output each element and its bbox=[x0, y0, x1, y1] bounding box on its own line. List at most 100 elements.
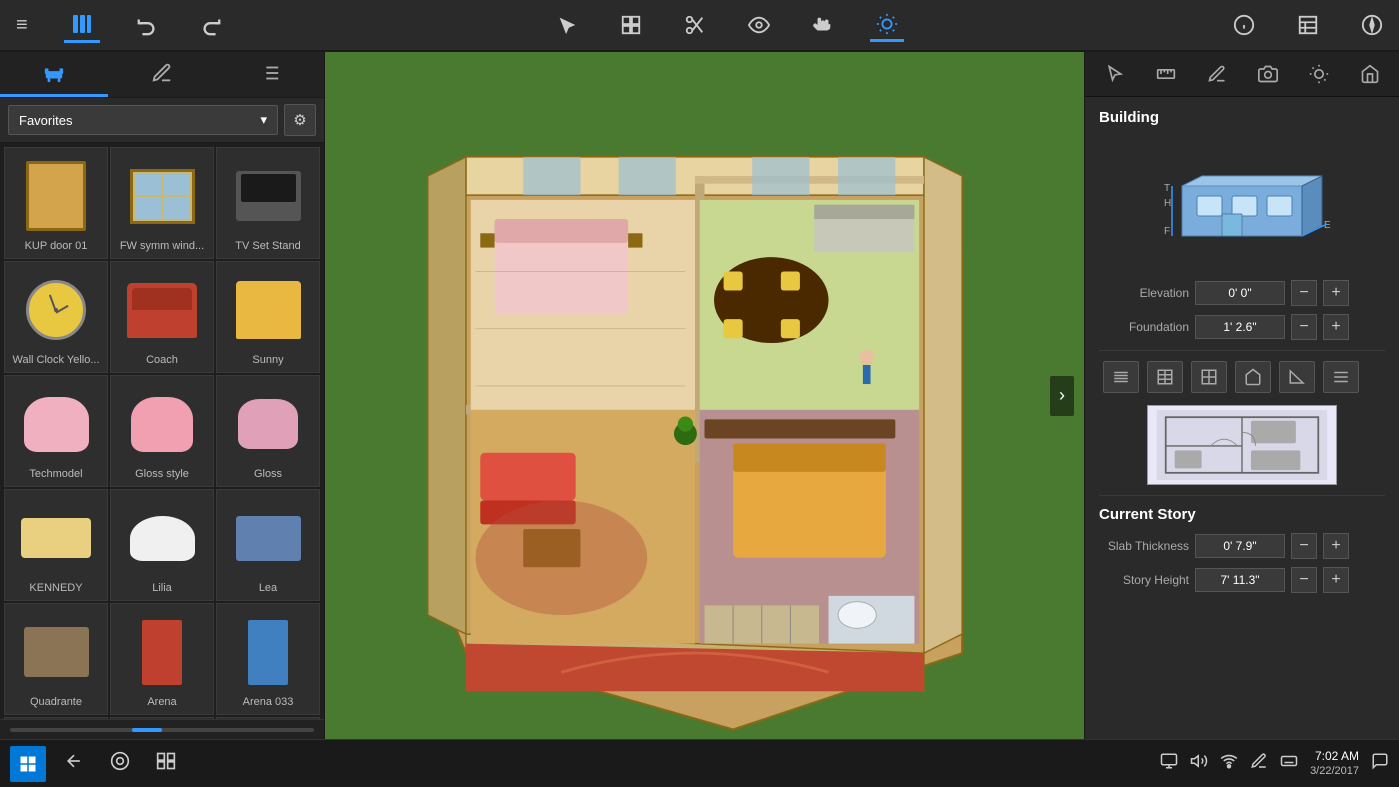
item-label: Quadrante bbox=[9, 696, 103, 708]
current-story-title: Current Story bbox=[1099, 506, 1385, 523]
divider2 bbox=[1099, 495, 1385, 496]
library-icon[interactable] bbox=[64, 8, 100, 43]
eye-icon[interactable] bbox=[742, 10, 776, 40]
svg-text:T: T bbox=[1164, 183, 1170, 194]
view-house-icon[interactable] bbox=[1235, 361, 1271, 393]
hand-tool-icon[interactable] bbox=[806, 10, 840, 40]
left-panel-controls: Favorites ▾ ⚙ bbox=[0, 98, 324, 143]
story-height-plus-btn[interactable]: + bbox=[1323, 567, 1349, 593]
home-tab[interactable] bbox=[1352, 58, 1388, 90]
foundation-input[interactable] bbox=[1195, 315, 1285, 339]
undo-icon[interactable] bbox=[130, 10, 164, 40]
foundation-minus-btn[interactable]: − bbox=[1291, 314, 1317, 340]
list-item[interactable]: Wall Clock Yello... bbox=[4, 261, 108, 373]
style-tab[interactable] bbox=[108, 52, 216, 97]
list-item[interactable]: Gloss style bbox=[110, 375, 214, 487]
list-item[interactable]: Sunny bbox=[216, 261, 320, 373]
pen-sys-icon[interactable] bbox=[1250, 752, 1268, 774]
list-item[interactable]: Lea bbox=[216, 489, 320, 601]
list-item[interactable]: Coach bbox=[110, 261, 214, 373]
building-section-title: Building bbox=[1099, 109, 1385, 126]
slab-minus-btn[interactable]: − bbox=[1291, 533, 1317, 559]
start-button[interactable] bbox=[10, 746, 46, 782]
item-label: Coach bbox=[115, 354, 209, 366]
story-height-minus-btn[interactable]: − bbox=[1291, 567, 1317, 593]
foundation-label: Foundation bbox=[1099, 320, 1189, 334]
select-cursor-icon[interactable] bbox=[550, 10, 584, 40]
foundation-row: Foundation − + bbox=[1099, 314, 1385, 340]
item-label: KUP door 01 bbox=[9, 240, 103, 252]
story-height-row: Story Height − + bbox=[1099, 567, 1385, 593]
favorites-dropdown[interactable]: Favorites ▾ bbox=[8, 105, 278, 135]
back-button[interactable] bbox=[56, 747, 92, 780]
list-item[interactable]: Techmodel bbox=[4, 375, 108, 487]
keyboard-sys-icon[interactable] bbox=[1280, 752, 1298, 774]
pen-tab[interactable] bbox=[1199, 58, 1235, 90]
view-angle-icon[interactable] bbox=[1279, 361, 1315, 393]
camera-tab[interactable] bbox=[1250, 58, 1286, 90]
menu-icon[interactable]: ≡ bbox=[10, 10, 34, 41]
building-3d-visual: T H F E bbox=[1099, 136, 1385, 266]
view-rows-icon[interactable] bbox=[1103, 361, 1139, 393]
elevation-row: Elevation − + bbox=[1099, 280, 1385, 306]
task-view-button[interactable] bbox=[148, 747, 184, 780]
item-thumb-kennedy bbox=[16, 498, 96, 578]
item-thumb-kup-door bbox=[16, 156, 96, 236]
canvas-expand-arrow[interactable]: › bbox=[1050, 376, 1074, 416]
elevation-minus-btn[interactable]: − bbox=[1291, 280, 1317, 306]
elevation-input[interactable] bbox=[1195, 281, 1285, 305]
elevation-label: Elevation bbox=[1099, 286, 1189, 300]
ruler-tab[interactable] bbox=[1148, 58, 1184, 90]
scroll-track[interactable] bbox=[10, 728, 314, 732]
settings-button[interactable]: ⚙ bbox=[284, 104, 316, 136]
system-clock[interactable]: 7:02 AM 3/22/2017 bbox=[1310, 749, 1359, 779]
taskbar: 7:02 AM 3/22/2017 bbox=[0, 739, 1399, 787]
network-sys-icon[interactable] bbox=[1220, 752, 1238, 774]
screen-sys-icon[interactable] bbox=[1160, 752, 1178, 774]
list-item[interactable]: TV Set Stand bbox=[216, 147, 320, 259]
list-item[interactable]: Lilia bbox=[110, 489, 214, 601]
list-item[interactable]: FW symm wind... bbox=[110, 147, 214, 259]
foundation-plus-btn[interactable]: + bbox=[1323, 314, 1349, 340]
floor-plan-icon[interactable] bbox=[1291, 10, 1325, 40]
view-table2-icon[interactable] bbox=[1191, 361, 1227, 393]
scroll-thumb[interactable] bbox=[132, 728, 162, 732]
slab-thickness-input[interactable] bbox=[1195, 534, 1285, 558]
select-tab[interactable] bbox=[1097, 58, 1133, 90]
clock-time: 7:02 AM bbox=[1310, 749, 1359, 765]
item-label: Techmodel bbox=[9, 468, 103, 480]
slab-thickness-label: Slab Thickness bbox=[1099, 539, 1189, 553]
center-canvas[interactable]: › bbox=[325, 52, 1084, 739]
list-item[interactable]: Quadrante bbox=[4, 603, 108, 715]
list-item[interactable]: Arena 033 bbox=[216, 603, 320, 715]
list-item[interactable]: Gloss bbox=[216, 375, 320, 487]
left-panel: Favorites ▾ ⚙ KUP door 01 FW symm wind..… bbox=[0, 52, 325, 739]
top-toolbar: ≡ bbox=[0, 0, 1399, 52]
group-icon[interactable] bbox=[614, 10, 648, 40]
sun-right-tab[interactable] bbox=[1301, 58, 1337, 90]
sound-sys-icon[interactable] bbox=[1190, 752, 1208, 774]
item-thumb-tv-stand bbox=[228, 156, 308, 236]
favorites-label: Favorites bbox=[19, 113, 72, 128]
story-height-input[interactable] bbox=[1195, 568, 1285, 592]
list-tab[interactable] bbox=[216, 52, 324, 97]
view-table-icon[interactable] bbox=[1147, 361, 1183, 393]
slab-plus-btn[interactable]: + bbox=[1323, 533, 1349, 559]
info-tool-icon[interactable] bbox=[1227, 10, 1261, 40]
list-item[interactable]: Arena bbox=[110, 603, 214, 715]
redo-icon[interactable] bbox=[194, 10, 228, 40]
item-label: Arena 033 bbox=[221, 696, 315, 708]
scissor-icon[interactable] bbox=[678, 10, 712, 40]
sun-tool-icon[interactable] bbox=[870, 9, 904, 42]
item-thumb-lea bbox=[228, 498, 308, 578]
view-list-icon[interactable] bbox=[1323, 361, 1359, 393]
view-icons-row bbox=[1099, 361, 1385, 393]
elevation-plus-btn[interactable]: + bbox=[1323, 280, 1349, 306]
list-item[interactable]: KENNEDY bbox=[4, 489, 108, 601]
compass-tool-icon[interactable] bbox=[1355, 10, 1389, 40]
furniture-tab[interactable] bbox=[0, 52, 108, 97]
system-tray: 7:02 AM 3/22/2017 bbox=[1160, 749, 1389, 779]
cortana-button[interactable] bbox=[102, 747, 138, 780]
notification-icon[interactable] bbox=[1371, 752, 1389, 775]
list-item[interactable]: KUP door 01 bbox=[4, 147, 108, 259]
